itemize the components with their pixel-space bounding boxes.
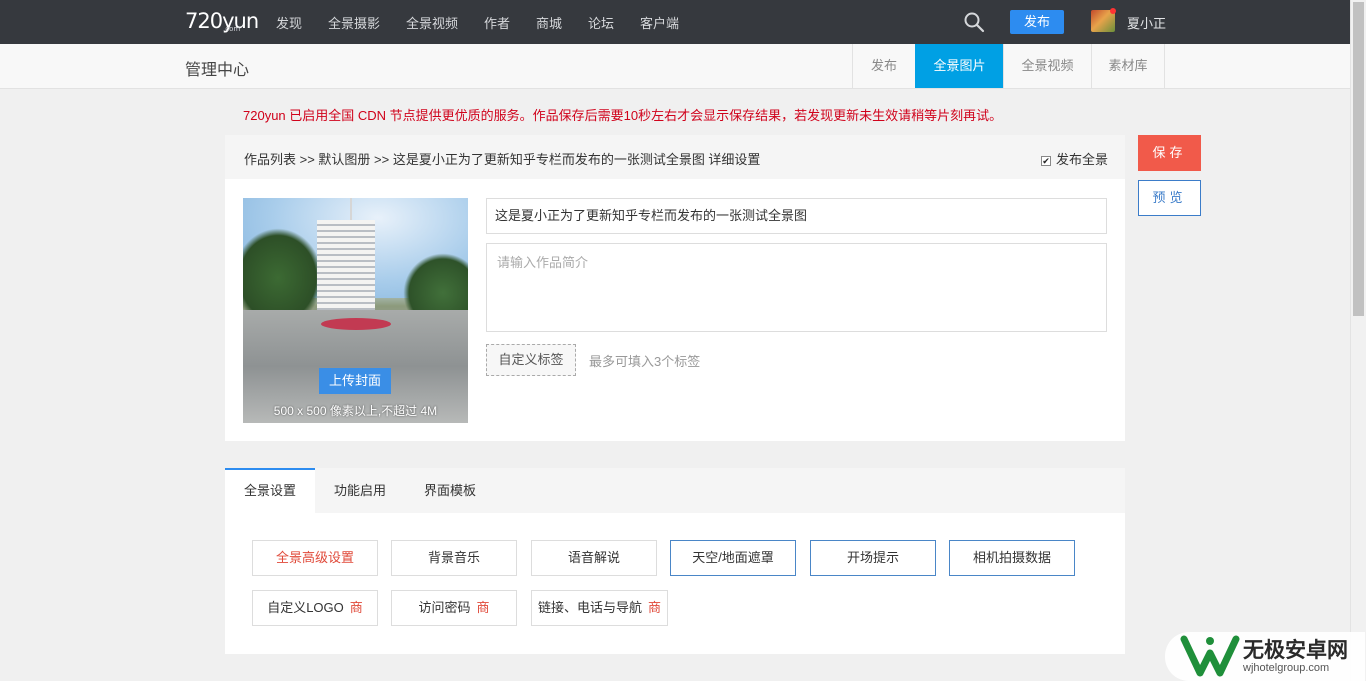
work-title-input[interactable]: 这是夏小正为了更新知乎专栏而发布的一张测试全景图 bbox=[486, 198, 1107, 234]
upload-cover-button[interactable]: 上传封面 bbox=[319, 368, 391, 394]
tab-ui-template[interactable]: 界面模板 bbox=[405, 468, 495, 513]
editor-header: 作品列表 >> 默认图册 >> 这是夏小正为了更新知乎专栏而发布的一张测试全景图… bbox=[225, 135, 1125, 179]
nav-item-client[interactable]: 客户端 bbox=[640, 13, 679, 32]
option-camera-data[interactable]: 相机拍摄数据 bbox=[949, 540, 1075, 576]
preview-button[interactable]: 预览 bbox=[1138, 180, 1201, 216]
cdn-notice: 720yun 已启用全国 CDN 节点提供更优质的服务。作品保存后需要10秒左右… bbox=[243, 108, 1003, 123]
tab-material-library[interactable]: 素材库 bbox=[1091, 44, 1165, 88]
option-advanced-settings[interactable]: 全景高级设置 bbox=[252, 540, 378, 576]
merchant-badge: 商 bbox=[476, 600, 490, 615]
option-custom-logo[interactable]: 自定义LOGO 商 bbox=[252, 590, 378, 626]
tab-publish[interactable]: 发布 bbox=[852, 44, 915, 88]
publish-pano-checkbox[interactable]: ✔ 发布全景 bbox=[1041, 149, 1108, 168]
page-scrollbar[interactable] bbox=[1350, 0, 1366, 681]
cover-size-hint: 500 x 500 像素以上,不超过 4M bbox=[273, 404, 438, 418]
tag-limit-hint: 最多可填入3个标签 bbox=[589, 354, 701, 369]
watermark-title: 无极安卓网 bbox=[1243, 638, 1348, 662]
tab-pano-settings[interactable]: 全景设置 bbox=[225, 468, 315, 513]
nav-item-discover[interactable]: 发现 bbox=[276, 13, 302, 32]
save-button[interactable]: 保存 bbox=[1138, 135, 1201, 171]
management-bar: 管理中心 发布 全景图片 全景视频 素材库 bbox=[0, 44, 1350, 89]
page-title: 管理中心 bbox=[185, 62, 250, 79]
publish-pano-label: 发布全景 bbox=[1056, 152, 1109, 167]
search-icon[interactable] bbox=[963, 11, 985, 33]
notification-dot bbox=[1110, 8, 1116, 14]
logo-text: 720yun bbox=[185, 9, 259, 33]
cover-building bbox=[317, 220, 375, 310]
tab-pano-images[interactable]: 全景图片 bbox=[915, 44, 1003, 88]
merchant-badge: 商 bbox=[648, 600, 662, 615]
site-logo[interactable]: 720yun .com bbox=[185, 9, 259, 33]
nav-item-pano-photo[interactable]: 全景摄影 bbox=[328, 13, 380, 32]
username-link[interactable]: 夏小正 bbox=[1127, 13, 1166, 32]
option-voice-narration[interactable]: 语音解说 bbox=[531, 540, 657, 576]
nav-item-pano-video[interactable]: 全景视频 bbox=[406, 13, 458, 32]
option-access-password[interactable]: 访问密码商 bbox=[391, 590, 517, 626]
option-background-music[interactable]: 背景音乐 bbox=[391, 540, 517, 576]
nav-item-forum[interactable]: 论坛 bbox=[588, 13, 614, 32]
nav-item-authors[interactable]: 作者 bbox=[484, 13, 510, 32]
option-opening-tip[interactable]: 开场提示 bbox=[810, 540, 936, 576]
watermark-url: wjhotelgroup.com bbox=[1243, 662, 1330, 674]
tab-feature-enable[interactable]: 功能启用 bbox=[315, 468, 405, 513]
nav-item-shop[interactable]: 商城 bbox=[536, 13, 562, 32]
logo-sub-text: .com bbox=[223, 25, 241, 33]
option-custom-logo-label: 自定义LOGO bbox=[267, 600, 344, 615]
settings-panel: 全景设置 功能启用 界面模板 全景高级设置 背景音乐 语音解说 天空/地面遮罩 … bbox=[225, 468, 1125, 654]
cover-flowerbed bbox=[321, 318, 391, 330]
publish-button[interactable]: 发布 bbox=[1010, 10, 1064, 34]
checkbox-checked-icon[interactable]: ✔ bbox=[1041, 156, 1051, 166]
option-link-phone-nav-label: 链接、电话与导航 bbox=[537, 600, 642, 615]
scrollbar-thumb[interactable] bbox=[1353, 2, 1364, 316]
option-sky-ground-mask[interactable]: 天空/地面遮罩 bbox=[670, 540, 796, 576]
option-link-phone-nav[interactable]: 链接、电话与导航商 bbox=[531, 590, 668, 626]
cover-image: 上传封面 500 x 500 像素以上,不超过 4M bbox=[243, 198, 468, 423]
breadcrumb[interactable]: 作品列表 >> 默认图册 >> 这是夏小正为了更新知乎专栏而发布的一张测试全景图… bbox=[244, 149, 760, 168]
tab-pano-videos[interactable]: 全景视频 bbox=[1003, 44, 1091, 88]
watermark-logo-icon bbox=[1180, 635, 1240, 677]
work-editor-panel: 作品列表 >> 默认图册 >> 这是夏小正为了更新知乎专栏而发布的一张测试全景图… bbox=[225, 135, 1125, 441]
settings-tabs: 全景设置 功能启用 界面模板 bbox=[225, 468, 1125, 513]
custom-tag-button[interactable]: 自定义标签 bbox=[486, 344, 576, 376]
work-description-input[interactable] bbox=[486, 243, 1107, 332]
option-access-password-label: 访问密码 bbox=[418, 600, 471, 615]
merchant-badge: 商 bbox=[349, 600, 363, 615]
top-nav: 720yun .com 发现 全景摄影 全景视频 作者 商城 论坛 客户端 发布 … bbox=[0, 0, 1366, 44]
